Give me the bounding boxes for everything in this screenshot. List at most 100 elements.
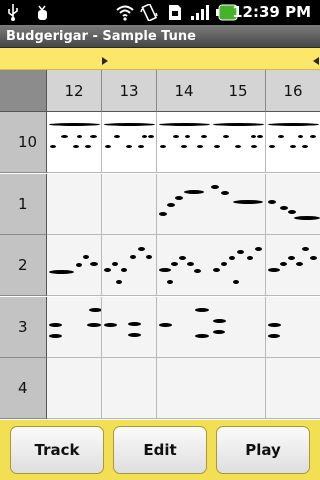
- track-header-1[interactable]: 1: [0, 174, 47, 235]
- note-mark: [179, 256, 186, 260]
- pattern-grid[interactable]: 12 13 14 15 16 10 1 2 3 4: [0, 70, 320, 420]
- edit-button[interactable]: Edit: [113, 426, 207, 474]
- pattern-cell[interactable]: [102, 235, 157, 296]
- note-mark: [148, 135, 154, 138]
- note-mark: [194, 269, 201, 273]
- note-mark: [76, 263, 82, 267]
- pattern-cell[interactable]: [266, 297, 320, 358]
- note-mark: [268, 200, 276, 204]
- note-mark: [237, 250, 244, 254]
- usb-icon: [8, 4, 18, 21]
- note-mark: [89, 308, 101, 312]
- column-header-15[interactable]: 15: [211, 70, 266, 112]
- note-mark: [268, 334, 280, 338]
- pattern-cell[interactable]: [266, 235, 320, 296]
- note-mark: [104, 323, 117, 327]
- note-mark: [310, 135, 316, 138]
- note-mark: [159, 268, 171, 272]
- note-mark: [268, 323, 281, 327]
- column-header-12[interactable]: 12: [47, 70, 102, 112]
- note-mark: [128, 322, 141, 326]
- note-mark: [181, 145, 187, 148]
- pattern-cell[interactable]: [102, 358, 157, 419]
- note-mark: [83, 255, 89, 259]
- pattern-cell[interactable]: [211, 174, 266, 235]
- track-header-10[interactable]: 10: [0, 112, 47, 173]
- vibrate-icon: [140, 4, 158, 21]
- button-bar: Track Edit Play: [0, 420, 320, 480]
- note-mark: [61, 135, 68, 138]
- note-mark: [197, 145, 203, 148]
- note-mark: [213, 268, 220, 272]
- note-mark: [213, 330, 225, 334]
- note-mark: [229, 256, 235, 260]
- loop-end-marker[interactable]: [313, 57, 319, 65]
- note-mark: [247, 256, 253, 260]
- clock: 12:39 PM: [232, 3, 311, 21]
- pattern-cell[interactable]: [102, 297, 157, 358]
- pattern-cell[interactable]: [266, 358, 320, 419]
- note-mark: [221, 191, 229, 195]
- column-header-13[interactable]: 13: [102, 70, 157, 112]
- pattern-cell[interactable]: [266, 174, 320, 235]
- pattern-cell[interactable]: [211, 235, 266, 296]
- pattern-cell[interactable]: [157, 174, 212, 235]
- play-button[interactable]: Play: [216, 426, 310, 474]
- note-mark: [257, 135, 263, 138]
- track-header-4[interactable]: 4: [0, 358, 47, 419]
- note-mark: [233, 200, 263, 204]
- pattern-cell[interactable]: [157, 112, 212, 173]
- note-mark: [280, 262, 287, 266]
- loop-start-marker[interactable]: [102, 57, 108, 65]
- pattern-cell[interactable]: [47, 297, 102, 358]
- pattern-cell[interactable]: [157, 297, 212, 358]
- pattern-cell[interactable]: [47, 112, 102, 173]
- pattern-cell[interactable]: [102, 112, 157, 173]
- title-bar: Budgerigar - Sample Tune: [0, 25, 320, 48]
- track-header-3[interactable]: 3: [0, 297, 47, 358]
- sd-card-icon: [169, 5, 181, 20]
- note-mark: [211, 185, 219, 189]
- note-mark: [116, 280, 122, 284]
- note-mark: [268, 268, 280, 272]
- note-mark: [175, 196, 183, 200]
- note-mark: [223, 135, 229, 138]
- note-mark: [159, 212, 167, 216]
- note-mark: [213, 123, 264, 126]
- pattern-cell[interactable]: [47, 235, 102, 296]
- note-mark: [159, 323, 172, 327]
- pattern-cell[interactable]: [211, 358, 266, 419]
- note-mark: [278, 135, 284, 138]
- note-mark: [268, 123, 319, 126]
- note-mark: [50, 145, 56, 148]
- pattern-cell[interactable]: [211, 297, 266, 358]
- note-mark: [49, 334, 62, 338]
- pattern-cell[interactable]: [157, 235, 212, 296]
- note-mark: [159, 123, 210, 126]
- note-mark: [290, 145, 296, 148]
- pattern-cell[interactable]: [102, 174, 157, 235]
- pattern-cell[interactable]: [157, 358, 212, 419]
- track-header-2[interactable]: 2: [0, 235, 47, 296]
- pattern-cell[interactable]: [211, 112, 266, 173]
- column-header-16[interactable]: 16: [266, 70, 320, 112]
- note-mark: [288, 256, 295, 260]
- pattern-cell[interactable]: [266, 112, 320, 173]
- note-mark: [233, 280, 239, 284]
- column-header-14[interactable]: 14: [157, 70, 212, 112]
- note-mark: [114, 135, 120, 138]
- pattern-cell[interactable]: [47, 358, 102, 419]
- note-mark: [251, 135, 256, 138]
- note-mark: [49, 123, 100, 126]
- pattern-cell[interactable]: [47, 174, 102, 235]
- note-mark: [184, 190, 204, 194]
- note-mark: [130, 255, 136, 259]
- note-mark: [201, 135, 207, 138]
- track-button[interactable]: Track: [10, 426, 104, 474]
- timeline-strip[interactable]: [0, 48, 320, 70]
- note-mark: [213, 319, 226, 323]
- note-mark: [85, 145, 91, 148]
- note-mark: [138, 145, 144, 148]
- note-mark: [104, 123, 155, 126]
- note-mark: [195, 334, 209, 338]
